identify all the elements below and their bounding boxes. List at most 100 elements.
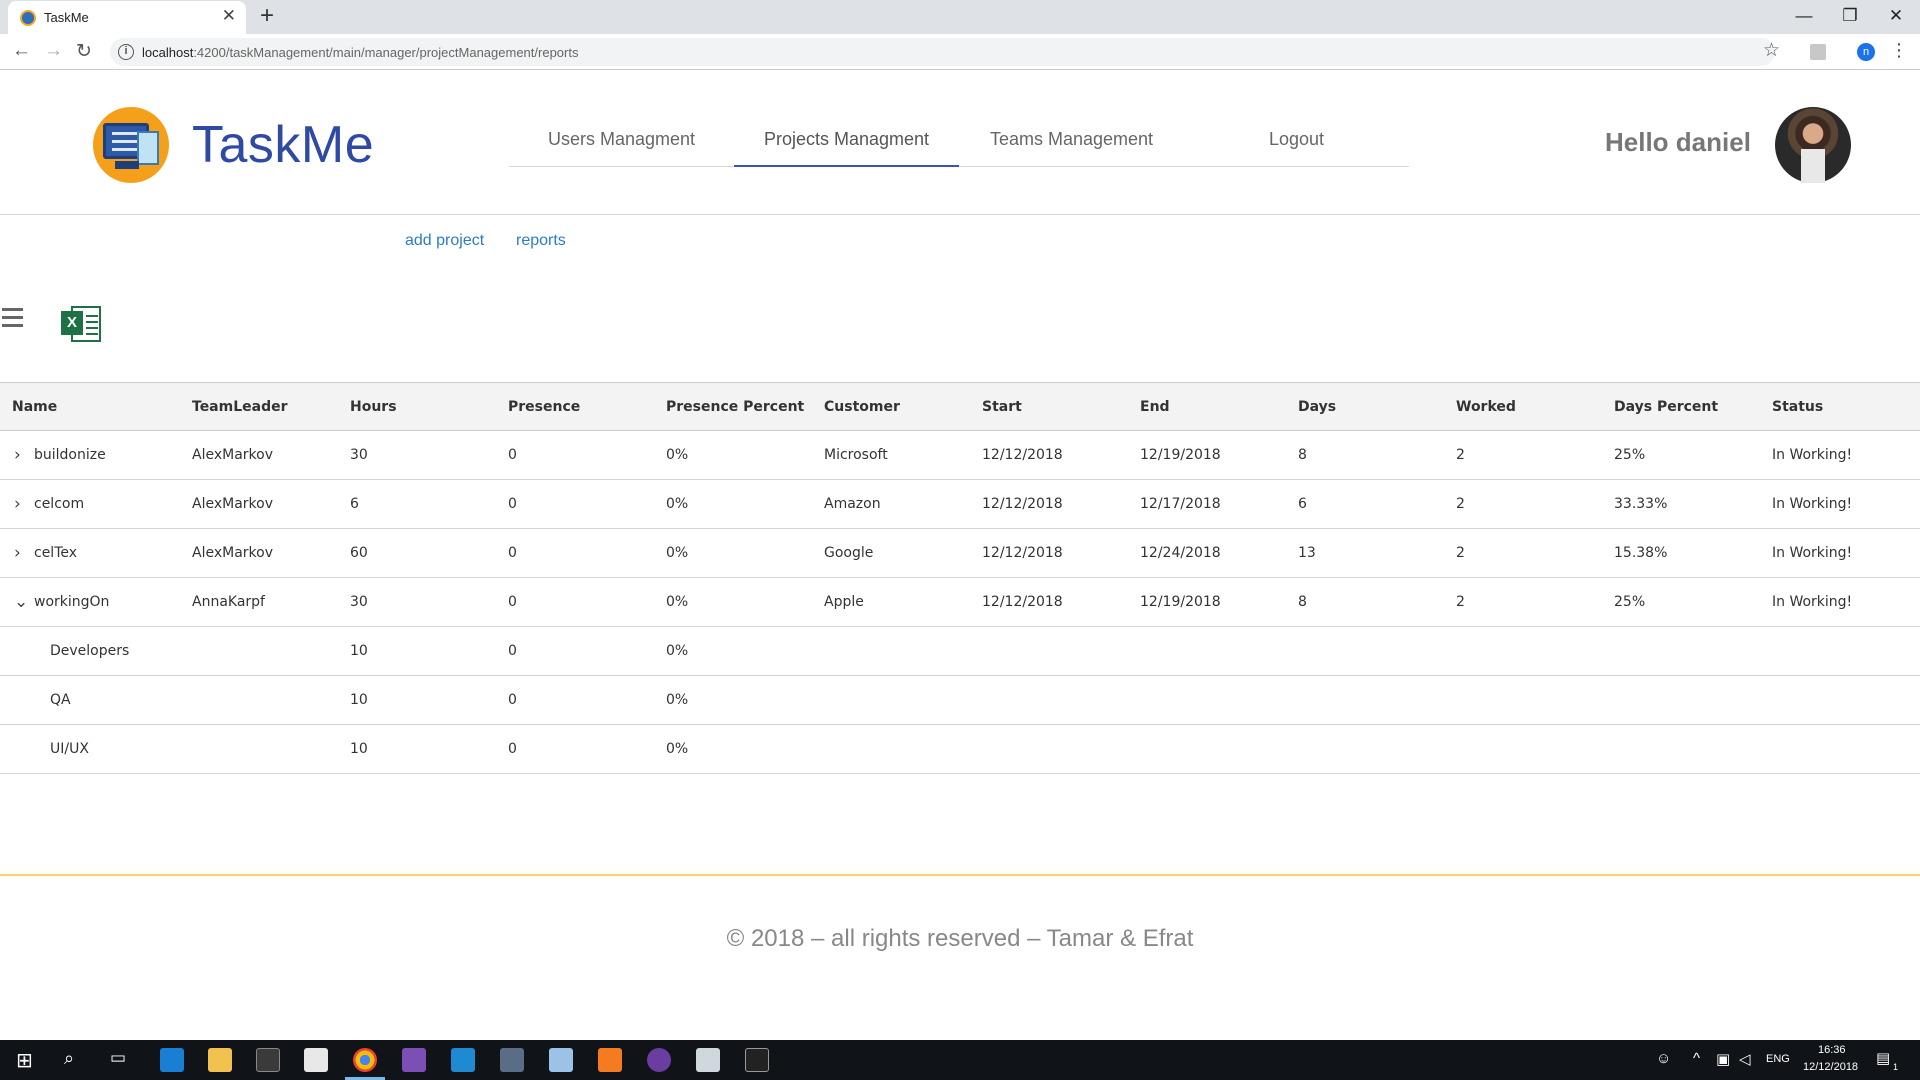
- nav-users-management[interactable]: Users Managment: [509, 129, 734, 167]
- add-project-link[interactable]: add project: [405, 232, 484, 250]
- user-avatar[interactable]: [1775, 107, 1851, 183]
- copyright-text: © 2018 – all rights reserved – Tamar & E…: [726, 925, 1194, 952]
- network-icon[interactable]: ▣: [1716, 1050, 1730, 1068]
- nav-logout[interactable]: Logout: [1184, 129, 1409, 167]
- days: 8: [1298, 447, 1307, 463]
- url-text[interactable]: localhost:4200/taskManagement/main/manag…: [142, 45, 578, 60]
- notifications-count: 1: [1893, 1062, 1899, 1072]
- column-header-presence[interactable]: Presence: [508, 383, 580, 431]
- table-row[interactable]: › celcom AlexMarkov 6 0 0% Amazon 12/12/…: [0, 480, 1920, 529]
- hours: 10: [350, 692, 368, 708]
- taskme-logo-icon: [93, 107, 169, 183]
- status: In Working!: [1772, 545, 1853, 561]
- worked: 2: [1456, 594, 1465, 610]
- table-row[interactable]: ⌄ workingOn AnnaKarpf 30 0 0% Apple 12/1…: [0, 578, 1920, 627]
- nav-projects-management[interactable]: Projects Managment: [734, 129, 959, 167]
- forward-arrow-icon[interactable]: →: [44, 40, 63, 62]
- menu-hamburger-icon[interactable]: [2, 308, 23, 332]
- notifications-icon[interactable]: ▤: [1876, 1049, 1890, 1067]
- presence-percent: 0%: [666, 643, 689, 659]
- table-row[interactable]: › buildonize AlexMarkov 30 0 0% Microsof…: [0, 431, 1920, 480]
- search-icon[interactable]: ⌕: [64, 1048, 74, 1069]
- new-tab-button[interactable]: +: [260, 2, 274, 30]
- store-icon[interactable]: [256, 1048, 280, 1072]
- profile-avatar-icon[interactable]: n: [1857, 43, 1875, 61]
- app-icon[interactable]: [647, 1048, 671, 1072]
- vscode-icon[interactable]: [451, 1048, 475, 1072]
- volume-icon[interactable]: ◁: [1739, 1050, 1751, 1068]
- url-host: localhost: [142, 45, 194, 60]
- column-header-days-percent[interactable]: Days Percent: [1614, 383, 1718, 431]
- status: In Working!: [1772, 447, 1853, 463]
- excel-export-icon[interactable]: X: [61, 304, 103, 344]
- windows-start-icon[interactable]: ⊞: [16, 1048, 33, 1073]
- team-subrow[interactable]: Developers 10 0 0%: [0, 627, 1920, 676]
- expand-chevron-icon[interactable]: ›: [14, 480, 21, 528]
- reload-icon[interactable]: ↻: [76, 40, 92, 63]
- project-name: workingOn: [34, 594, 110, 610]
- clock-time[interactable]: 16:36: [1818, 1044, 1846, 1056]
- mail-icon[interactable]: [304, 1048, 328, 1072]
- visual-studio-icon[interactable]: [402, 1048, 426, 1072]
- project-name: buildonize: [34, 447, 106, 463]
- people-icon[interactable]: ☺: [1656, 1050, 1671, 1067]
- column-header-start[interactable]: Start: [982, 383, 1022, 431]
- app-header: TaskMe Users Managment Projects Managmen…: [0, 71, 1920, 215]
- file-explorer-icon[interactable]: [208, 1048, 232, 1072]
- minimize-button[interactable]: —: [1781, 2, 1827, 30]
- column-header-status[interactable]: Status: [1772, 383, 1823, 431]
- presence-percent: 0%: [666, 545, 689, 561]
- edge-icon[interactable]: [160, 1048, 184, 1072]
- reports-link[interactable]: reports: [516, 232, 566, 250]
- nav-teams-management[interactable]: Teams Management: [959, 129, 1184, 167]
- team-subrow[interactable]: QA 10 0 0%: [0, 676, 1920, 725]
- presence: 0: [508, 692, 517, 708]
- browser-tab[interactable]: TaskMe ✕: [8, 1, 246, 34]
- expand-chevron-icon[interactable]: ›: [14, 431, 21, 479]
- column-header-worked[interactable]: Worked: [1456, 383, 1516, 431]
- team-subrow[interactable]: UI/UX 10 0 0%: [0, 725, 1920, 774]
- terminal-icon[interactable]: [745, 1048, 769, 1072]
- back-arrow-icon[interactable]: ←: [12, 40, 31, 62]
- tray-chevron-icon[interactable]: ^: [1693, 1050, 1700, 1067]
- task-view-icon[interactable]: ▭: [110, 1048, 126, 1068]
- presence: 0: [508, 594, 517, 610]
- chrome-icon[interactable]: [353, 1048, 377, 1072]
- column-header-teamleader[interactable]: TeamLeader: [192, 383, 288, 431]
- column-header-name[interactable]: Name: [12, 383, 57, 431]
- team-name: QA: [50, 692, 71, 708]
- extension-icon[interactable]: [1810, 44, 1826, 60]
- collapse-chevron-icon[interactable]: ⌄: [14, 578, 28, 626]
- column-header-days[interactable]: Days: [1298, 383, 1336, 431]
- table-row[interactable]: › celTex AlexMarkov 60 0 0% Google 12/12…: [0, 529, 1920, 578]
- start-date: 12/12/2018: [982, 545, 1063, 561]
- team-name: Developers: [50, 643, 130, 659]
- site-info-icon[interactable]: i: [118, 44, 134, 60]
- column-header-customer[interactable]: Customer: [824, 383, 900, 431]
- expand-chevron-icon[interactable]: ›: [14, 529, 21, 577]
- clock-date[interactable]: 12/12/2018: [1803, 1061, 1858, 1073]
- tab-close-icon[interactable]: ✕: [222, 6, 236, 26]
- browser-menu-icon[interactable]: ⋮: [1890, 40, 1908, 61]
- days-percent: 25%: [1614, 594, 1646, 610]
- bookmark-star-icon[interactable]: ☆: [1763, 39, 1780, 62]
- worked: 2: [1456, 496, 1465, 512]
- column-header-end[interactable]: End: [1140, 383, 1170, 431]
- hours: 30: [350, 447, 368, 463]
- address-bar[interactable]: i localhost:4200/taskManagement/main/man…: [110, 38, 1775, 66]
- column-header-presence-percent[interactable]: Presence Percent: [666, 383, 804, 431]
- presence: 0: [508, 741, 517, 757]
- browser-toolbar: ← → ↻ i localhost:4200/taskManagement/ma…: [0, 34, 1920, 70]
- language-indicator[interactable]: ENG: [1766, 1053, 1790, 1065]
- virtualbox-icon[interactable]: [549, 1048, 573, 1072]
- sql-server-icon[interactable]: [500, 1048, 524, 1072]
- restore-button[interactable]: ❐: [1827, 2, 1873, 30]
- presence: 0: [508, 545, 517, 561]
- worked: 2: [1456, 447, 1465, 463]
- xampp-icon[interactable]: [598, 1048, 622, 1072]
- status: In Working!: [1772, 594, 1853, 610]
- window-close-button[interactable]: ✕: [1873, 2, 1919, 30]
- days-percent: 25%: [1614, 447, 1646, 463]
- column-header-hours[interactable]: Hours: [350, 383, 397, 431]
- paint-icon[interactable]: [696, 1048, 720, 1072]
